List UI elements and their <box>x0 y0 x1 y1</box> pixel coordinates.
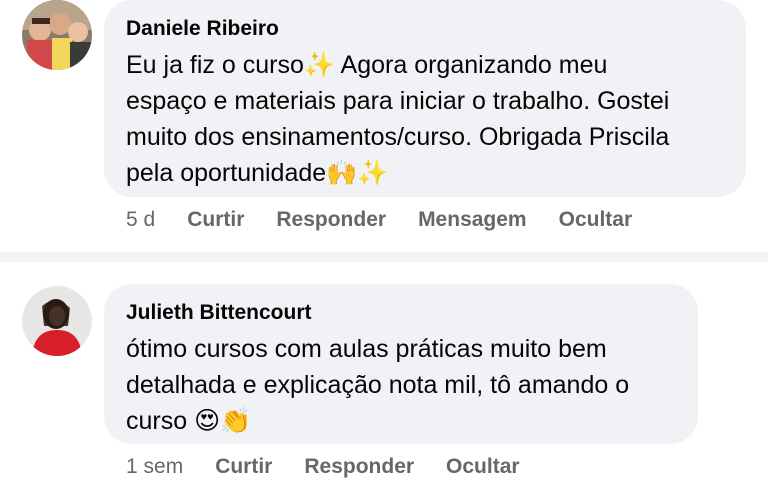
comment-1: Daniele Ribeiro Eu ja fiz o curso✨ Agora… <box>0 0 768 252</box>
comment-bubble: Daniele Ribeiro Eu ja fiz o curso✨ Agora… <box>104 0 746 197</box>
hide-button[interactable]: Ocultar <box>559 208 633 232</box>
like-button[interactable]: Curtir <box>187 208 244 232</box>
comment-2: Julieth Bittencourt ótimo cursos com aul… <box>0 262 768 488</box>
comment-timestamp[interactable]: 1 sem <box>126 455 183 479</box>
avatar[interactable] <box>22 286 92 356</box>
comment-divider <box>0 252 768 262</box>
reply-button[interactable]: Responder <box>304 455 414 479</box>
reply-button[interactable]: Responder <box>276 208 386 232</box>
hide-button[interactable]: Ocultar <box>446 455 520 479</box>
comment-actions: 1 sem Curtir Responder Ocultar <box>126 455 552 479</box>
comment-timestamp[interactable]: 5 d <box>126 208 155 232</box>
comment-actions: 5 d Curtir Responder Mensagem Ocultar <box>126 208 664 232</box>
comment-bubble: Julieth Bittencourt ótimo cursos com aul… <box>104 284 698 444</box>
avatar[interactable] <box>22 0 92 70</box>
comment-author[interactable]: Daniele Ribeiro <box>126 14 724 44</box>
like-button[interactable]: Curtir <box>215 455 272 479</box>
comment-text: Eu ja fiz o curso✨ Agora organizando meu… <box>126 51 670 187</box>
comment-author[interactable]: Julieth Bittencourt <box>126 298 676 328</box>
comment-text: ótimo cursos com aulas práticas muito be… <box>126 335 630 435</box>
message-button[interactable]: Mensagem <box>418 208 527 232</box>
